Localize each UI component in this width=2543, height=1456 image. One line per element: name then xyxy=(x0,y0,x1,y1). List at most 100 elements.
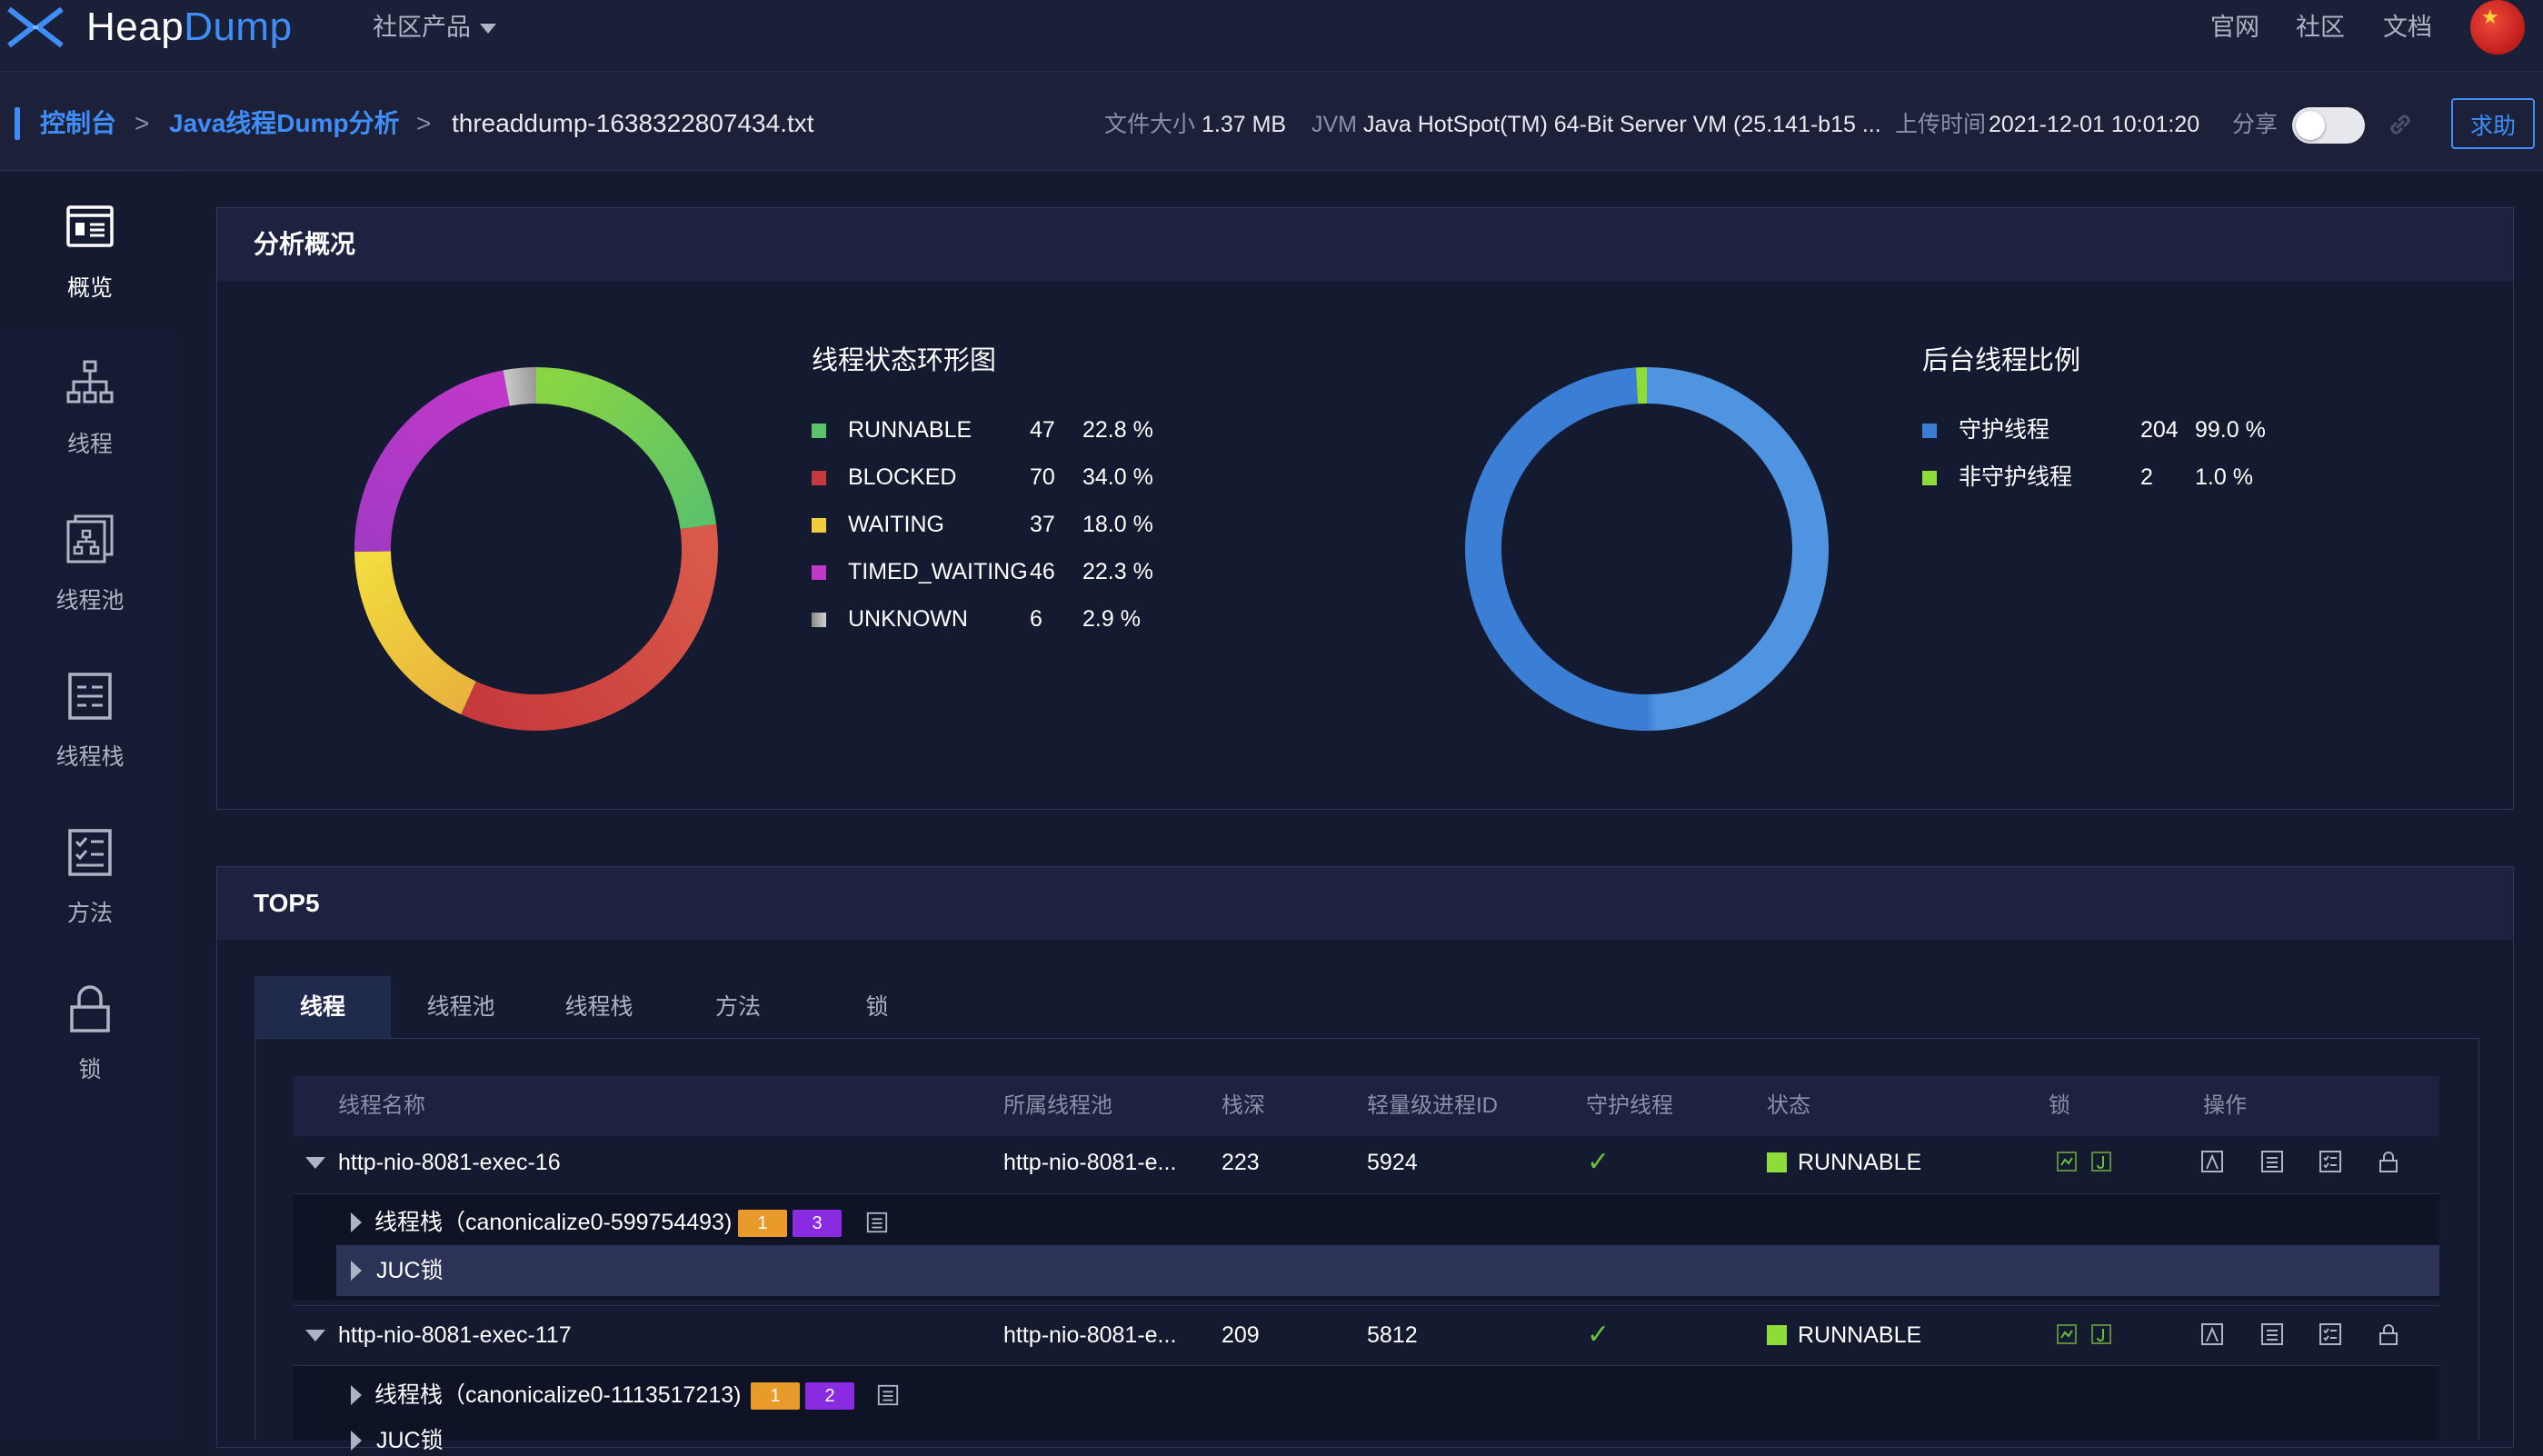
column-header-lwp-id[interactable]: 轻量级进程ID xyxy=(1367,1091,1498,1122)
community-products-menu[interactable]: 社区产品 xyxy=(373,11,496,44)
legend-item[interactable]: 守护线程 204 99.0 % xyxy=(1922,414,2304,445)
breadcrumb-analysis[interactable]: Java线程Dump分析 xyxy=(169,107,400,140)
share-toggle[interactable] xyxy=(2292,107,2365,144)
chevron-down-icon xyxy=(480,24,496,34)
daemon-ratio-slice-守护线程[interactable] xyxy=(1483,385,1810,713)
official-site-link[interactable]: 官网 xyxy=(2210,11,2259,44)
method-checklist-icon xyxy=(63,825,117,880)
chevron-down-icon[interactable] xyxy=(305,1157,325,1169)
panel-title: TOP5 xyxy=(254,887,320,920)
thread-state-slice-timed-waiting[interactable] xyxy=(373,388,506,552)
sidebar-item-label: 线程栈 xyxy=(0,742,180,773)
legend-count: 6 xyxy=(1030,603,1042,634)
table-row[interactable] xyxy=(293,1307,2439,1365)
breadcrumb-console[interactable]: 控制台 xyxy=(40,107,116,140)
help-button[interactable]: 求助 xyxy=(2451,98,2535,149)
legend-count: 46 xyxy=(1030,556,1055,587)
thread-detail-icon[interactable] xyxy=(2199,1149,2225,1174)
stack-depth: 223 xyxy=(1222,1147,1260,1178)
legend-label: UNKNOWN xyxy=(848,603,968,634)
tab-method[interactable]: 方法 xyxy=(667,976,809,1038)
method-view-icon[interactable] xyxy=(2318,1149,2343,1174)
thread-pool-name: http-nio-8081-e... xyxy=(1003,1320,1176,1351)
legend-percent: 99.0 % xyxy=(2195,414,2266,445)
column-header-thread-name[interactable]: 线程名称 xyxy=(338,1091,425,1122)
method-view-icon[interactable] xyxy=(2318,1321,2343,1347)
lock-waiting-icon[interactable] xyxy=(2090,1151,2112,1172)
lock-held-icon[interactable] xyxy=(2056,1151,2078,1172)
link-icon[interactable] xyxy=(2385,109,2416,140)
thread-detail-icon[interactable] xyxy=(2199,1321,2225,1347)
sidebar-item-overview[interactable]: 概览 xyxy=(0,173,180,329)
column-header-lock: 锁 xyxy=(2049,1091,2070,1122)
thread-state-donut-chart[interactable] xyxy=(345,358,727,740)
stack-view-icon[interactable] xyxy=(865,1211,889,1234)
lock-held-icon[interactable] xyxy=(2056,1323,2078,1345)
thread-stack-link[interactable]: 线程栈（canonicalize0-1113517213) xyxy=(374,1380,741,1411)
thread-state-slice-waiting[interactable] xyxy=(373,552,468,698)
chevron-right-icon[interactable] xyxy=(351,1385,362,1405)
sidebar-item-thread-pool[interactable]: 线程池 xyxy=(0,485,180,642)
legend-count: 2 xyxy=(2140,462,2153,493)
legend-swatch-blocked xyxy=(812,471,826,485)
stack-view-icon[interactable] xyxy=(2259,1149,2285,1174)
daemon-ratio-legend: 守护线程 204 99.0 % 非守护线程 2 1.0 % xyxy=(1922,414,2304,505)
thread-state-slice-runnable[interactable] xyxy=(536,385,698,526)
community-link[interactable]: 社区 xyxy=(2296,11,2345,44)
legend-item[interactable]: BLOCKED 70 34.0 % xyxy=(812,462,1193,493)
tab-thread-stack[interactable]: 线程栈 xyxy=(531,976,667,1038)
tab-lock[interactable]: 锁 xyxy=(809,976,945,1038)
stack-badge-count: 1 xyxy=(751,1382,800,1410)
panel-header xyxy=(217,867,2513,940)
sidebar-item-thread-stack[interactable]: 线程栈 xyxy=(0,642,180,798)
legend-item[interactable]: TIMED_WAITING 46 22.3 % xyxy=(812,556,1193,587)
stack-view-icon[interactable] xyxy=(876,1383,900,1407)
thread-state: RUNNABLE xyxy=(1798,1147,1921,1178)
legend-item[interactable]: RUNNABLE 47 22.8 % xyxy=(812,414,1193,445)
legend-item[interactable]: UNKNOWN 6 2.9 % xyxy=(812,603,1193,634)
stack-badge-count: 2 xyxy=(805,1382,854,1410)
sidebar-item-thread[interactable]: 线程 xyxy=(0,329,180,485)
tab-thread[interactable]: 线程 xyxy=(254,976,391,1038)
chevron-right-icon[interactable] xyxy=(351,1431,362,1451)
thread-state-slice-unknown[interactable] xyxy=(506,385,536,388)
chevron-right-icon[interactable] xyxy=(351,1212,362,1232)
thread-name[interactable]: http-nio-8081-exec-16 xyxy=(338,1147,561,1178)
chevron-right-icon[interactable] xyxy=(351,1261,362,1281)
sidebar-item-lock[interactable]: 锁 xyxy=(0,954,180,1111)
legend-label: 非守护线程 xyxy=(1959,462,2072,493)
legend-item[interactable]: 非守护线程 2 1.0 % xyxy=(1922,462,2304,493)
table-row[interactable] xyxy=(293,1136,2439,1194)
legend-count: 47 xyxy=(1030,414,1055,445)
stack-view-icon[interactable] xyxy=(2259,1321,2285,1347)
legend-item[interactable]: WAITING 37 18.0 % xyxy=(812,509,1193,540)
legend-percent: 18.0 % xyxy=(1082,509,1153,540)
lock-view-icon[interactable] xyxy=(2376,1149,2401,1174)
lock-waiting-icon[interactable] xyxy=(2090,1323,2112,1345)
heapdump-logo-icon[interactable] xyxy=(5,5,65,49)
daemon-ratio-donut-chart[interactable] xyxy=(1456,358,1838,740)
thread-name[interactable]: http-nio-8081-exec-117 xyxy=(338,1320,572,1351)
column-header-thread-pool[interactable]: 所属线程池 xyxy=(1003,1091,1112,1122)
thread-pool-name: http-nio-8081-e... xyxy=(1003,1147,1176,1178)
column-header-state[interactable]: 状态 xyxy=(1767,1091,1810,1122)
avatar[interactable]: ★ xyxy=(2470,0,2525,55)
legend-swatch-unknown xyxy=(812,613,826,627)
lock-view-icon[interactable] xyxy=(2376,1321,2401,1347)
juc-lock-row[interactable] xyxy=(336,1245,2439,1296)
panel-title: 分析概况 xyxy=(254,228,355,261)
brand-name[interactable]: HeapDump xyxy=(86,2,293,53)
legend-count: 37 xyxy=(1030,509,1055,540)
star-icon: ★ xyxy=(2481,7,2499,27)
thread-stack-link[interactable]: 线程栈（canonicalize0-599754493) xyxy=(374,1207,732,1238)
docs-link[interactable]: 文档 xyxy=(2383,11,2432,44)
sidebar-item-method[interactable]: 方法 xyxy=(0,798,180,954)
chevron-down-icon[interactable] xyxy=(305,1330,325,1341)
column-header-daemon[interactable]: 守护线程 xyxy=(1586,1091,1673,1122)
column-header-stack-depth[interactable]: 栈深 xyxy=(1222,1091,1265,1122)
juc-lock-label: JUC锁 xyxy=(376,1255,444,1286)
legend-count: 204 xyxy=(2140,414,2179,445)
thread-state-slice-blocked[interactable] xyxy=(468,526,700,713)
sidebar-item-label: 线程池 xyxy=(0,585,180,616)
tab-thread-pool[interactable]: 线程池 xyxy=(391,976,531,1038)
